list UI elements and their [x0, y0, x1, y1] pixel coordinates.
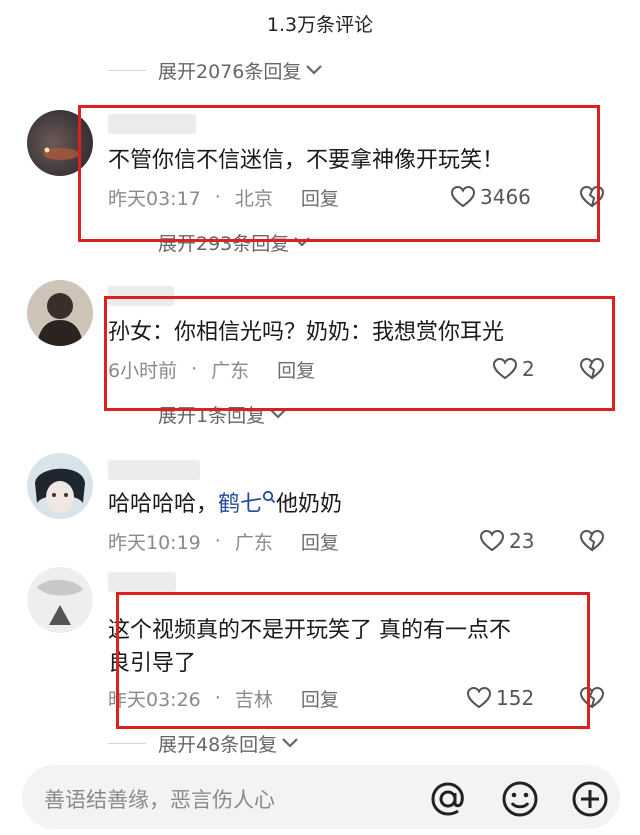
like-button[interactable]: 2	[492, 356, 535, 382]
chevron-down-icon	[269, 408, 287, 420]
comment-text-part: 他奶奶	[276, 492, 343, 517]
comment-time: 6小时前	[108, 359, 178, 382]
comment-location: 广东	[234, 531, 273, 554]
like-button[interactable]: 23	[479, 528, 534, 554]
comment-meta: 昨天03:26 · 吉林 回复	[108, 685, 339, 711]
like-button[interactable]: 152	[466, 685, 534, 711]
comment-meta: 昨天10:19 · 广东 回复	[108, 528, 339, 554]
username[interactable]	[108, 460, 200, 480]
heart-icon	[479, 529, 505, 552]
expand-replies-label: 展开48条回复	[158, 733, 278, 756]
reply-button[interactable]: 回复	[301, 528, 339, 555]
comment-text-line: 良引导了	[108, 651, 197, 676]
like-button[interactable]: 3466	[450, 184, 531, 210]
comment-input-bar: 善语结善缘，恶言伤人心	[0, 755, 640, 835]
comment-text: 哈哈哈哈，鹤七 他奶奶	[108, 488, 342, 521]
expand-replies-toggle[interactable]: 展开2076条回复	[108, 58, 323, 83]
username[interactable]	[108, 286, 174, 306]
avatar[interactable]	[27, 567, 93, 633]
heart-icon	[492, 357, 518, 380]
like-count: 3466	[480, 185, 531, 209]
like-count: 23	[509, 529, 535, 553]
comment-location: 广东	[211, 359, 250, 382]
comment-text: 不管你信不信迷信，不要拿神像开玩笑！	[108, 148, 505, 173]
user-mention-link[interactable]: 鹤七	[218, 492, 262, 517]
separator-dot: ·	[214, 530, 221, 552]
like-count: 2	[522, 357, 535, 381]
smiley-icon[interactable]	[500, 779, 540, 819]
avatar[interactable]	[27, 453, 93, 519]
comment-location: 北京	[234, 187, 273, 210]
separator-dot: ·	[214, 687, 221, 709]
dislike-button[interactable]	[578, 356, 606, 382]
avatar[interactable]	[27, 110, 93, 176]
chevron-down-icon	[293, 236, 311, 248]
dislike-button[interactable]	[578, 528, 606, 554]
divider	[108, 742, 146, 744]
search-icon	[262, 490, 276, 504]
dislike-button[interactable]	[578, 184, 606, 210]
comment-meta: 昨天03:17 · 北京 回复	[108, 184, 339, 210]
comment-time: 昨天10:19	[108, 531, 201, 554]
expand-replies-label: 展开293条回复	[158, 232, 290, 255]
expand-replies-label: 展开1条回复	[158, 404, 266, 427]
avatar[interactable]	[27, 280, 93, 346]
comment-text-part: 哈哈哈哈，	[108, 492, 219, 517]
broken-heart-icon	[579, 357, 605, 380]
broken-heart-icon	[579, 686, 605, 709]
plus-circle-icon[interactable]	[570, 779, 610, 819]
comment-text: 孙女：你相信光吗？奶奶：我想赏你耳光	[108, 320, 505, 345]
expand-replies-toggle[interactable]: 展开1条回复	[158, 402, 287, 427]
comment-text: 这个视频真的不是开玩笑了 真的有一点不 良引导了	[108, 614, 511, 680]
reply-button[interactable]: 回复	[301, 685, 339, 712]
comments-count-title: 1.3万条评论	[266, 14, 374, 36]
comment-input[interactable]: 善语结善缘，恶言伤人心	[22, 765, 620, 829]
comment-time: 昨天03:26	[108, 688, 201, 711]
reply-button[interactable]: 回复	[301, 184, 339, 211]
divider	[108, 69, 146, 71]
comment-input-placeholder: 善语结善缘，恶言伤人心	[44, 788, 275, 812]
comment-text-line: 这个视频真的不是开玩笑了 真的有一点不	[108, 618, 511, 643]
at-icon[interactable]	[428, 779, 468, 819]
comment-meta: 6小时前 · 广东 回复	[108, 356, 315, 382]
highlight-box	[104, 296, 615, 411]
expand-replies-label: 展开2076条回复	[158, 60, 302, 83]
expand-replies-toggle[interactable]: 展开48条回复	[108, 731, 299, 756]
username[interactable]	[108, 114, 196, 134]
username[interactable]	[108, 572, 176, 592]
separator-dot: ·	[214, 186, 221, 208]
expand-replies-toggle[interactable]: 展开293条回复	[158, 230, 311, 255]
heart-icon	[450, 185, 476, 208]
like-count: 152	[496, 686, 535, 710]
separator-dot: ·	[191, 358, 198, 380]
chevron-down-icon	[281, 737, 299, 749]
comment-time: 昨天03:17	[108, 187, 201, 210]
comment-location: 吉林	[234, 688, 273, 711]
heart-icon	[466, 686, 492, 709]
broken-heart-icon	[579, 529, 605, 552]
dislike-button[interactable]	[578, 685, 606, 711]
reply-button[interactable]: 回复	[277, 356, 315, 383]
broken-heart-icon	[579, 185, 605, 208]
chevron-down-icon	[305, 64, 323, 76]
